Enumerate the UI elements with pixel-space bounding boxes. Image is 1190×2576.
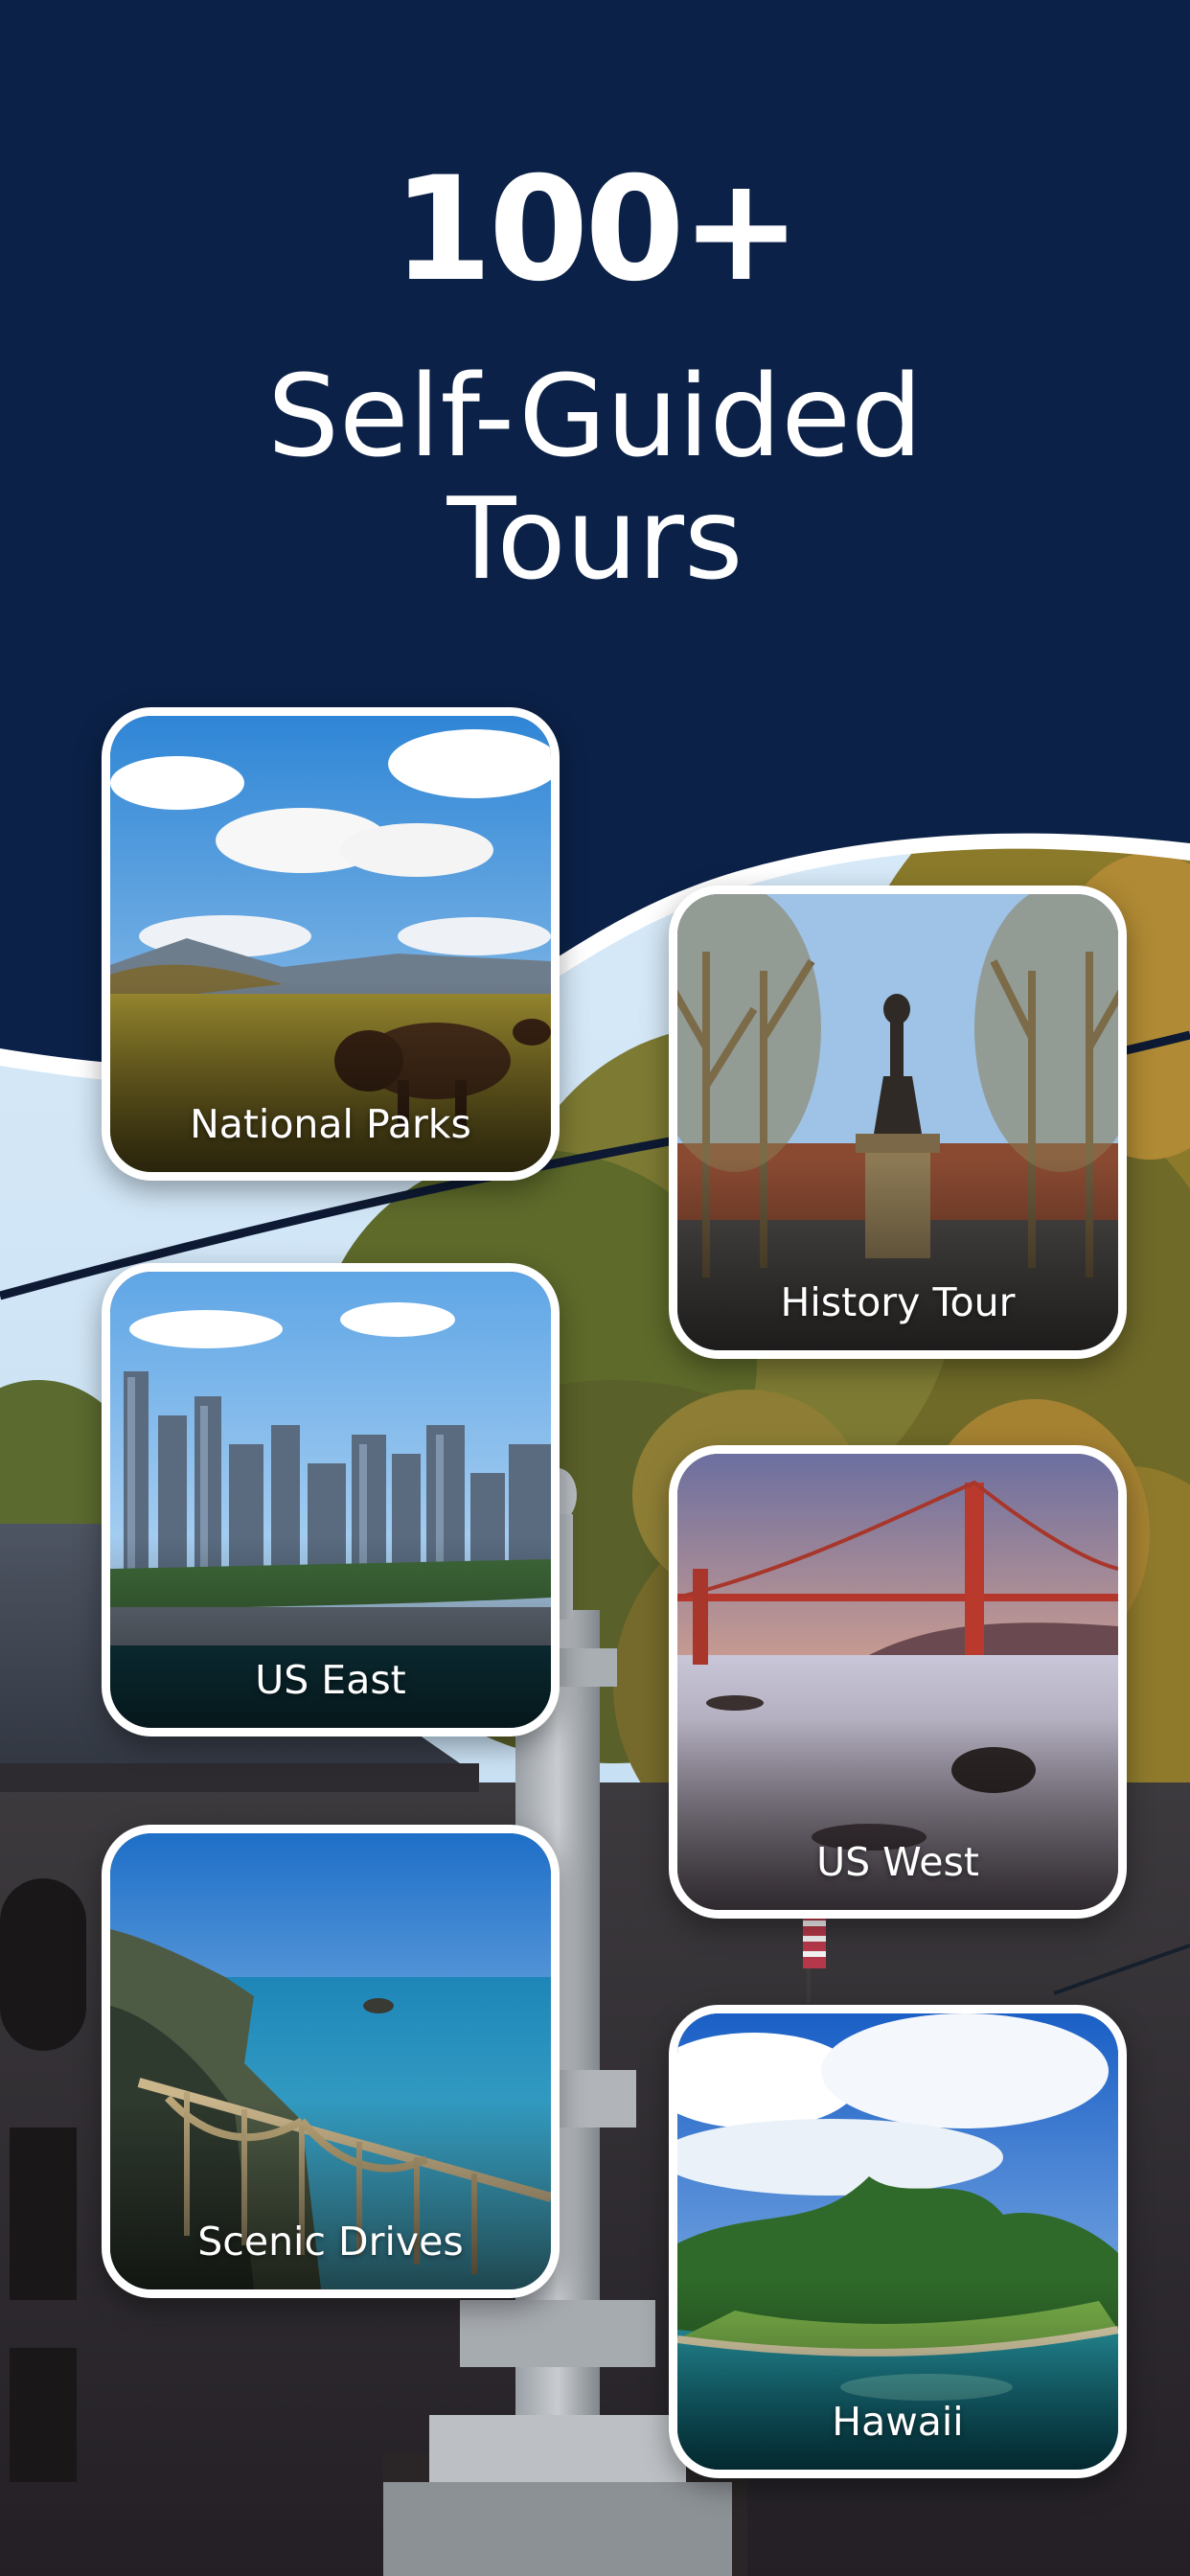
card-label: History Tour [780,1279,1016,1325]
card-history-tour[interactable]: History Tour [669,886,1127,1359]
card-us-east[interactable]: US East [102,1263,560,1736]
card-label: US West [816,1839,979,1885]
card-national-parks[interactable]: National Parks [102,707,560,1181]
tour-count-headline: 100+ [392,147,802,313]
card-label: US East [255,1657,406,1703]
title-line-2: Tours [446,472,744,605]
card-label: Scenic Drives [197,2219,464,2265]
card-scenic-drives[interactable]: Scenic Drives [102,1825,560,2298]
card-label: Hawaii [832,2399,964,2445]
card-label: National Parks [190,1101,471,1147]
page-title: Self-Guided Tours [0,355,1190,600]
card-hawaii[interactable]: Hawaii [669,2005,1127,2478]
title-line-1: Self-Guided [267,350,923,482]
card-us-west[interactable]: US West [669,1445,1127,1919]
